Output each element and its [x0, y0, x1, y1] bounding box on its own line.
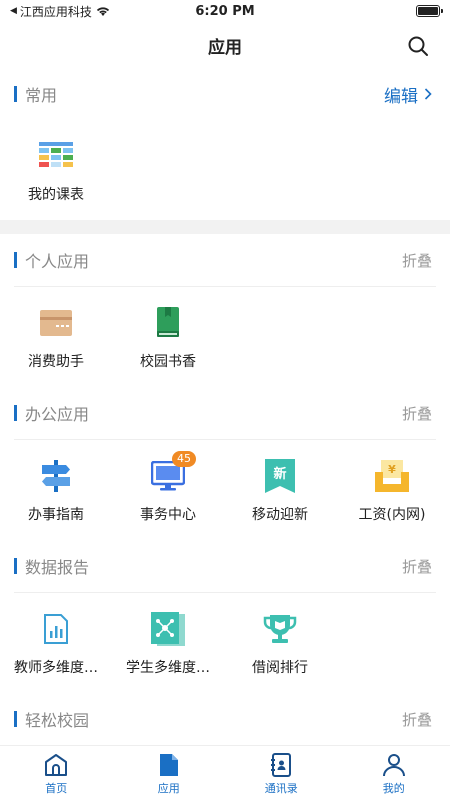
- section-header-office: 办公应用 折叠: [0, 387, 450, 439]
- app-label: 借阅排行: [252, 660, 308, 676]
- chevron-right-icon: [424, 88, 432, 100]
- tab-bar: 首页 应用 通讯录 我的: [0, 745, 450, 799]
- app-label: 教师多维度…: [14, 660, 98, 676]
- schedule-icon: [38, 138, 74, 174]
- section-marker: [14, 252, 17, 268]
- tab-contacts[interactable]: 通讯录: [225, 746, 338, 799]
- report-chart-icon: [38, 611, 74, 647]
- app-label: 消费助手: [28, 354, 84, 370]
- app-student-report[interactable]: 学生多维度…: [112, 593, 224, 693]
- nav-bar: 应用: [0, 22, 450, 68]
- app-label: 事务中心: [140, 507, 196, 523]
- app-affairs-center[interactable]: 45 事务中心: [112, 440, 224, 540]
- collapse-button-personal[interactable]: 折叠: [402, 250, 432, 271]
- tab-home[interactable]: 首页: [0, 746, 113, 799]
- tab-me[interactable]: 我的: [338, 746, 450, 799]
- app-label: 我的课表: [28, 187, 84, 203]
- wallet-icon: [38, 305, 74, 341]
- signpost-icon: [38, 458, 74, 494]
- section-title: 个人应用: [25, 252, 90, 271]
- salary-icon: ¥: [374, 458, 410, 494]
- edit-button[interactable]: 编辑: [384, 82, 432, 107]
- edit-label: 编辑: [384, 86, 418, 107]
- app-label: 办事指南: [28, 507, 84, 523]
- section-header-campus: 轻松校园 折叠: [0, 693, 450, 745]
- status-left: ◀ 江西应用科技: [10, 3, 111, 20]
- app-teacher-report[interactable]: 教师多维度…: [0, 593, 112, 693]
- home-icon: [45, 754, 68, 776]
- tab-label: 通讯录: [264, 782, 298, 795]
- user-icon: [382, 754, 405, 777]
- app-borrowing-rank[interactable]: 借阅排行: [224, 593, 336, 693]
- monitor-icon: 45: [150, 451, 196, 494]
- app-label: 学生多维度…: [126, 660, 210, 676]
- app-consumption-assistant[interactable]: 消费助手: [0, 287, 112, 387]
- section-separator: [0, 220, 450, 234]
- section-header-common: 常用 编辑: [0, 68, 450, 120]
- tab-label: 首页: [45, 782, 68, 795]
- tab-apps[interactable]: 应用: [113, 746, 226, 799]
- section-marker: [14, 711, 17, 727]
- notification-badge: 45: [172, 451, 196, 467]
- tab-label: 应用: [157, 782, 180, 795]
- app-label: 工资(内网): [358, 507, 426, 523]
- collapse-button-office[interactable]: 折叠: [402, 403, 432, 424]
- battery-icon: [416, 5, 443, 17]
- document-icon: [159, 754, 178, 776]
- app-grid-office: 办事指南 45 事务中心 新 移动迎新 ¥ 工资(内网): [0, 440, 450, 540]
- back-arrow-icon[interactable]: ◀: [10, 6, 17, 16]
- section-title: 数据报告: [25, 558, 90, 577]
- section-title: 常用: [25, 86, 58, 105]
- app-my-schedule[interactable]: 我的课表: [0, 120, 112, 220]
- app-label: 校园书香: [140, 354, 196, 370]
- contacts-book-icon: [271, 753, 292, 777]
- search-icon[interactable]: [406, 34, 430, 58]
- app-grid-reports: 教师多维度… 学生多维度… 借阅排行: [0, 593, 450, 693]
- page-title: 应用: [208, 37, 242, 58]
- app-salary-intranet[interactable]: ¥ 工资(内网): [336, 440, 448, 540]
- wifi-icon: [96, 7, 110, 16]
- carrier-label: 江西应用科技: [19, 4, 92, 19]
- yen-glyph: ¥: [388, 463, 396, 476]
- section-title: 轻松校园: [25, 711, 90, 730]
- section-header-personal: 个人应用 折叠: [0, 234, 450, 286]
- app-mobile-welcome[interactable]: 新 移动迎新: [224, 440, 336, 540]
- section-title: 办公应用: [25, 405, 90, 424]
- app-service-guide[interactable]: 办事指南: [0, 440, 112, 540]
- app-campus-books[interactable]: 校园书香: [112, 287, 224, 387]
- status-bar: ◀ 江西应用科技 6:20 PM: [0, 0, 450, 22]
- book-icon: [150, 305, 186, 341]
- app-label: 移动迎新: [252, 507, 308, 523]
- section-marker: [14, 405, 17, 421]
- collapse-button-campus[interactable]: 折叠: [402, 709, 432, 730]
- tab-label: 我的: [382, 782, 405, 795]
- section-header-reports: 数据报告 折叠: [0, 540, 450, 592]
- new-tag-glyph: 新: [273, 466, 286, 482]
- network-doc-icon: [150, 611, 186, 647]
- trophy-icon: [262, 611, 298, 647]
- section-marker: [14, 86, 17, 102]
- collapse-button-reports[interactable]: 折叠: [402, 556, 432, 577]
- app-grid-personal: 消费助手 校园书香: [0, 287, 450, 387]
- new-tag-icon: 新: [262, 458, 298, 494]
- section-marker: [14, 558, 17, 574]
- app-grid-common: 我的课表: [0, 120, 450, 220]
